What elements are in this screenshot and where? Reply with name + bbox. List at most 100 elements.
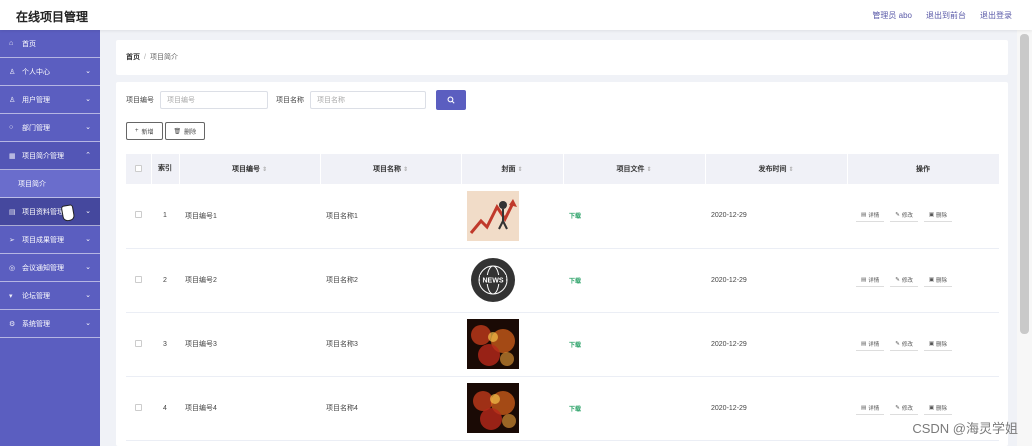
edit-button[interactable]: ✎ 修改 xyxy=(890,274,918,287)
edit-label: 修改 xyxy=(901,213,913,220)
row-checkbox[interactable] xyxy=(135,339,142,347)
row-checkbox[interactable] xyxy=(135,275,142,283)
index-header: 索引 xyxy=(151,154,180,184)
sidebar-item-home[interactable]: ⌂ 首页 xyxy=(0,30,100,58)
logout-link[interactable]: 退出登录 xyxy=(980,10,1012,21)
chevron-down-icon: ⌄ xyxy=(85,68,91,75)
index-cell: 3 xyxy=(151,312,179,377)
edit-icon: ✎ xyxy=(895,404,900,411)
delete-button[interactable]: ▣ 删除 xyxy=(923,274,953,287)
detail-button[interactable]: ▤ 详情 xyxy=(856,402,885,415)
edit-button[interactable]: ✎ 修改 xyxy=(890,209,918,223)
delete-button[interactable]: ▣ 删除 xyxy=(923,209,953,223)
sidebar-subitem-project-intro[interactable]: 项目简介 xyxy=(0,170,100,198)
edit-icon: ✎ xyxy=(895,340,900,347)
table-row: 3 项目编号3 项目名称3 下载 2020-12-29 ▤ 详情 ✎ 修改 ▣ … xyxy=(126,312,999,377)
row-checkbox-cell[interactable] xyxy=(126,376,151,441)
project-name-input[interactable] xyxy=(310,91,426,109)
download-link[interactable]: 下载 xyxy=(569,343,581,349)
user-icon: ♙ xyxy=(9,68,16,76)
download-link[interactable]: 下载 xyxy=(569,214,581,220)
download-link[interactable]: 下载 xyxy=(569,279,581,285)
delete-button[interactable]: ▣ 删除 xyxy=(923,402,953,415)
sidebar-item-meeting-notice[interactable]: ◎ 会议通知管理 ⌄ xyxy=(0,254,100,282)
cover-image-fire[interactable] xyxy=(467,319,519,369)
detail-label: 详情 xyxy=(868,405,880,412)
row-checkbox-cell[interactable] xyxy=(126,248,151,313)
select-all-checkbox[interactable] xyxy=(134,164,142,172)
trash-icon: ▣ xyxy=(928,276,935,283)
detail-button[interactable]: ▤ 详情 xyxy=(856,274,885,287)
table-header-row: 索引 项目编号 ⇕ 项目名称 ⇕ 封面 ⇕ 项目文件 ⇕ 发布时间 ⇕ 操作 xyxy=(126,154,999,184)
detail-icon: ▤ xyxy=(861,340,867,347)
cover-header[interactable]: 封面 ⇕ xyxy=(461,154,564,184)
detail-button[interactable]: ▤ 详情 xyxy=(856,209,885,223)
sidebar-item-forum-management[interactable]: ▾ 论坛管理 ⌄ xyxy=(0,282,100,310)
ops-cell: ▤ 详情 ✎ 修改 ▣ 删除 xyxy=(847,248,999,313)
sidebar-item-personal-center[interactable]: ♙ 个人中心 ⌄ xyxy=(0,58,100,86)
sidebar-item-label: 会议通知管理 xyxy=(22,264,64,272)
file-header[interactable]: 项目文件 ⇕ xyxy=(563,154,706,184)
row-checkbox[interactable] xyxy=(135,211,142,219)
file-cell: 下载 xyxy=(563,248,705,313)
row-checkbox-cell[interactable] xyxy=(126,184,151,249)
project-code-input[interactable] xyxy=(160,91,268,109)
search-button[interactable] xyxy=(436,90,466,110)
row-actions: ▤ 详情 ✎ 修改 ▣ 删除 xyxy=(848,274,998,287)
breadcrumb-card: 首页 / 项目简介 xyxy=(116,40,1008,75)
trash-icon: ▣ xyxy=(928,340,935,347)
cover-image-chart[interactable] xyxy=(467,190,519,241)
sidebar-item-project-intro-management[interactable]: ▦ 项目简介管理 ⌃ xyxy=(0,142,100,170)
code-cell: 项目编号3 xyxy=(179,312,320,377)
delete-label: 删除 xyxy=(936,405,948,412)
sidebar-item-department-management[interactable]: ○ 部门管理 ⌄ xyxy=(0,114,100,142)
cover-image-globe[interactable]: NEWS xyxy=(467,255,519,305)
sidebar-item-project-results[interactable]: ➢ 项目成果管理 ⌄ xyxy=(0,226,100,254)
sidebar-item-project-materials[interactable]: ▤ 项目资料管理 ⌄ xyxy=(0,198,100,226)
edit-button[interactable]: ✎ 修改 xyxy=(890,402,918,415)
watermark: CSDN @海灵学姐 xyxy=(912,421,1018,436)
cover-image-fire[interactable] xyxy=(467,383,519,433)
delete-label: 删除 xyxy=(936,277,948,284)
name-header[interactable]: 项目名称 ⇕ xyxy=(320,154,462,184)
sort-icon: ⇕ xyxy=(261,167,268,173)
scrollbar-thumb[interactable] xyxy=(1020,34,1029,334)
name-header-label: 项目名称 xyxy=(372,166,401,173)
edit-button[interactable]: ✎ 修改 xyxy=(890,338,918,351)
cover-cell xyxy=(461,184,563,249)
file-cell: 下载 xyxy=(563,312,705,377)
sidebar-item-label: 部门管理 xyxy=(22,124,50,132)
back-to-front-link[interactable]: 退出到前台 xyxy=(926,10,966,21)
grid-icon: ▦ xyxy=(9,152,16,160)
detail-label: 详情 xyxy=(868,213,880,220)
code-header[interactable]: 项目编号 ⇕ xyxy=(179,154,321,184)
select-all-header[interactable] xyxy=(126,154,152,184)
row-checkbox-cell[interactable] xyxy=(126,312,151,377)
breadcrumb-current: 项目简介 xyxy=(149,54,178,61)
sidebar-item-system-management[interactable]: ⚙ 系统管理 ⌄ xyxy=(0,310,100,338)
detail-label: 详情 xyxy=(868,277,880,284)
add-button[interactable]: + 新增 xyxy=(126,122,163,140)
sidebar-item-label: 首页 xyxy=(22,40,36,48)
detail-button[interactable]: ▤ 详情 xyxy=(856,338,885,351)
date-header-label: 发布时间 xyxy=(758,166,787,173)
chevron-down-icon: ⌄ xyxy=(85,124,91,131)
delete-button[interactable]: ▣ 删除 xyxy=(923,338,953,351)
batch-delete-button[interactable]: 🗑 删除 xyxy=(164,122,206,140)
chevron-down-icon: ⌄ xyxy=(85,208,91,215)
date-cell: 2020-12-29 xyxy=(705,312,847,377)
delete-label: 删除 xyxy=(936,213,948,220)
admin-link[interactable]: 管理员 abo xyxy=(872,10,912,21)
gear-icon: ⚙ xyxy=(9,320,16,328)
edit-label: 修改 xyxy=(901,405,913,412)
row-checkbox[interactable] xyxy=(135,403,142,411)
download-link[interactable]: 下载 xyxy=(569,407,581,413)
chevron-up-icon: ⌃ xyxy=(85,152,91,159)
sidebar-item-label: 系统管理 xyxy=(22,320,50,328)
sidebar-item-label: 项目成果管理 xyxy=(22,236,64,244)
date-header[interactable]: 发布时间 ⇕ xyxy=(705,154,848,184)
forum-icon: ▾ xyxy=(9,292,13,300)
sidebar-item-user-management[interactable]: ♙ 用户管理 ⌄ xyxy=(0,86,100,114)
breadcrumb-home[interactable]: 首页 xyxy=(126,54,140,61)
page-scrollbar[interactable] xyxy=(1017,30,1032,446)
